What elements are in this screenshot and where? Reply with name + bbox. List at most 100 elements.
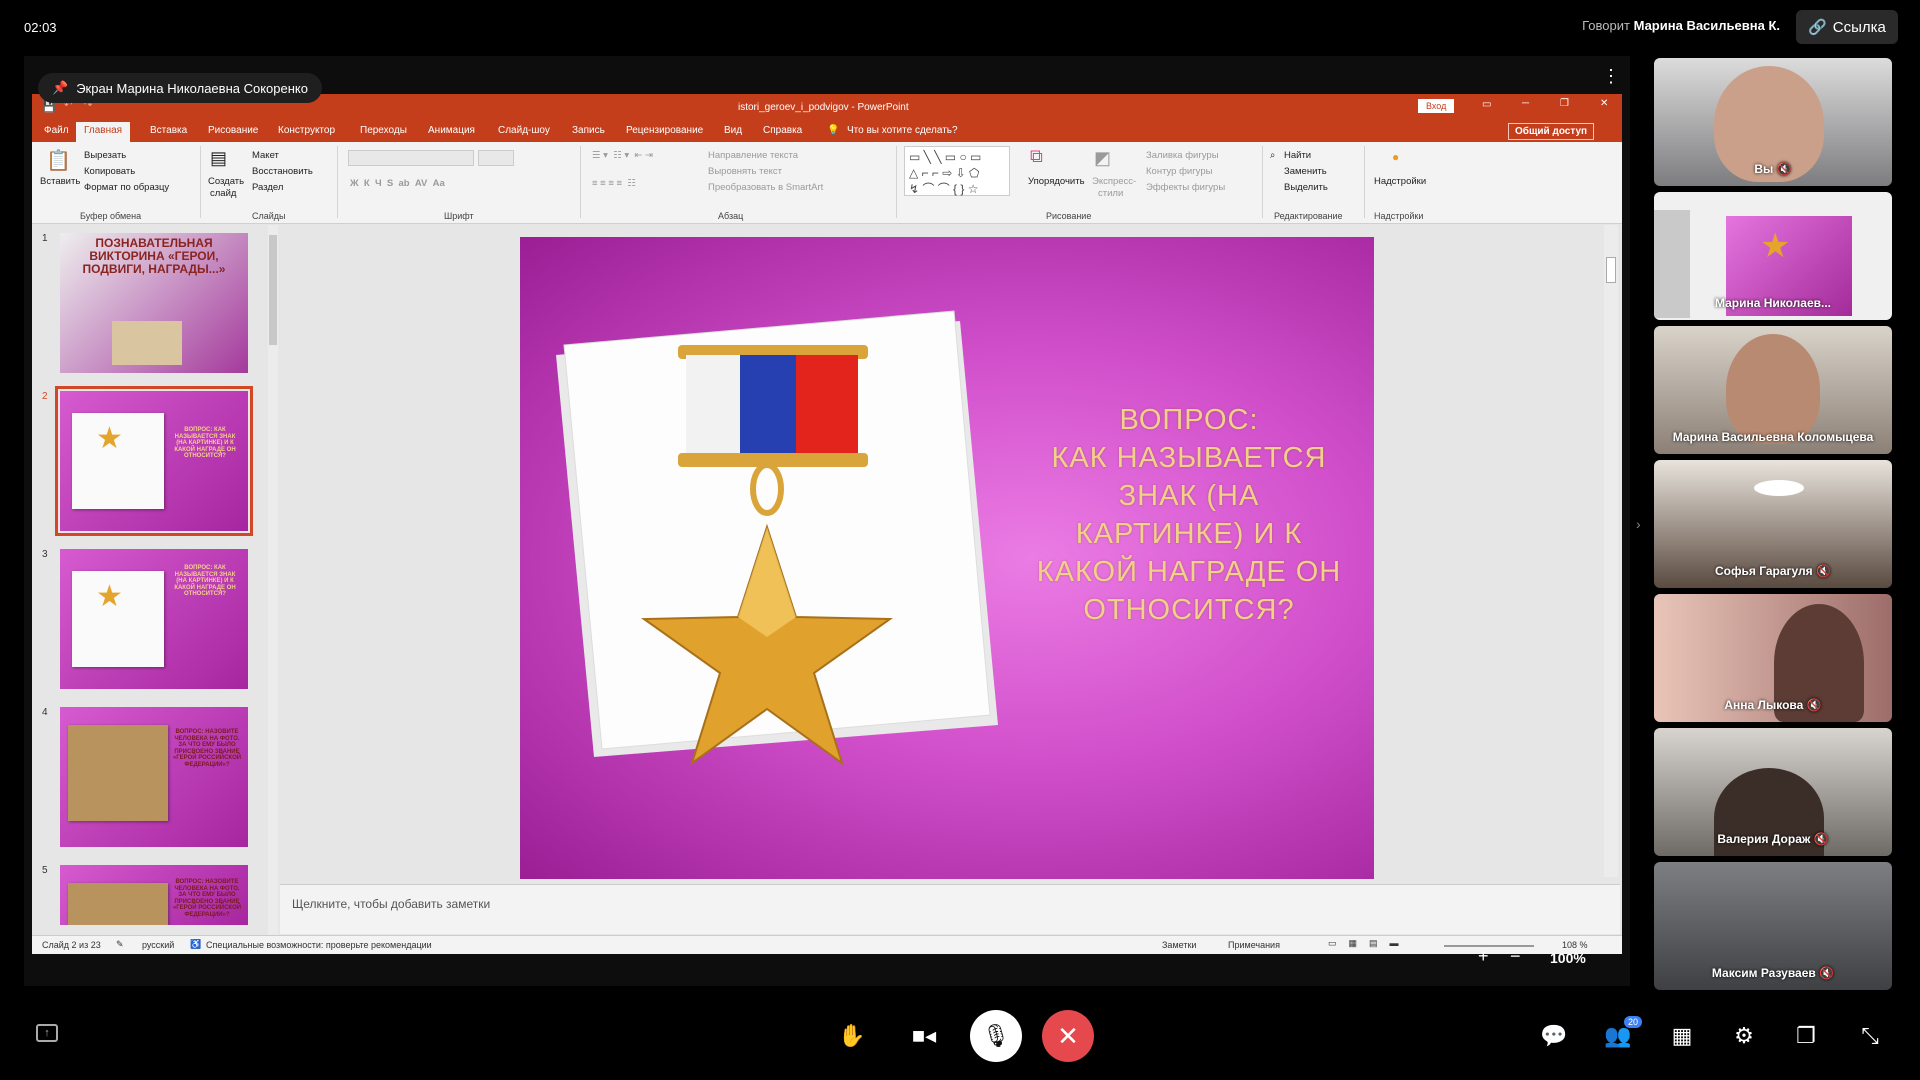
current-slide[interactable]: ВОПРОС: КАК НАЗЫВАЕТСЯ ЗНАК (НА КАРТИНКЕ… (520, 237, 1374, 879)
addins-icon[interactable]: ● (1392, 150, 1399, 164)
ribbon-display-icon[interactable]: ▭ (1482, 99, 1491, 110)
copy-link-button[interactable]: 🔗 Ссылка (1796, 10, 1898, 44)
camera-button[interactable]: ■◂ (898, 1010, 950, 1062)
tab-review[interactable]: Рецензирование (626, 125, 703, 136)
settings-button[interactable]: ⚙ (1718, 1010, 1770, 1062)
tab-draw[interactable]: Рисование (208, 125, 258, 136)
participant-tile[interactable]: Валерия Дораж 🔇 (1654, 728, 1892, 856)
slide-question-text[interactable]: ВОПРОС: КАК НАЗЫВАЕТСЯ ЗНАК (НА КАРТИНКЕ… (1024, 401, 1354, 629)
scrollbar-thumb[interactable] (1606, 257, 1616, 283)
slide-thumbnail[interactable]: ВОПРОС: НАЗОВИТЕ ЧЕЛОВЕКА НА ФОТО. ЗА ЧТ… (60, 865, 248, 925)
shape-fill-button[interactable]: Заливка фигуры (1146, 150, 1219, 161)
thumbnails-scrollbar[interactable] (268, 225, 278, 935)
end-call-button[interactable]: ✕ (1042, 1010, 1094, 1062)
raise-hand-button[interactable]: ✋ (826, 1010, 878, 1062)
tell-me-search[interactable]: Что вы хотите сделать? (847, 125, 958, 136)
participant-tile[interactable]: ★ Марина Николаев... (1654, 192, 1892, 320)
align-text-button[interactable]: Выровнять текст (708, 166, 782, 177)
slide-thumbnail[interactable]: ПОЗНАВАТЕЛЬНАЯ ВИКТОРИНА «ГЕРОИ, ПОДВИГИ… (60, 233, 248, 373)
more-options-icon[interactable]: ⋮ (1602, 66, 1620, 87)
quick-styles-label-2[interactable]: стили (1098, 188, 1123, 199)
addins-button[interactable]: Надстройки (1374, 176, 1426, 187)
arrange-icon[interactable]: ⧉ (1030, 146, 1043, 167)
microphone-button[interactable]: 🎙 (970, 1010, 1022, 1062)
copy-button[interactable]: Копировать (84, 166, 135, 177)
shape-outline-button[interactable]: Контур фигуры (1146, 166, 1212, 177)
minimize-icon[interactable]: ─ (1522, 98, 1529, 109)
bullets-icon[interactable]: ☰ ▾ ☷ ▾ ⇤ ⇥ (592, 150, 653, 161)
smartart-button[interactable]: Преобразовать в SmartArt (708, 182, 823, 193)
tab-slideshow[interactable]: Слайд-шоу (498, 125, 550, 136)
participants-button[interactable]: 👥 20 (1592, 1010, 1644, 1062)
shapes-gallery[interactable]: ▭ ╲ ╲ ▭ ○ ▭ △ ⌐ ⌐ ⇨ ⇩ ⬠ ↯ ⌒ ⌒ { } ☆ (904, 146, 1010, 196)
zoom-in-icon[interactable]: + (1478, 946, 1489, 967)
share-button[interactable]: Общий доступ (1508, 123, 1595, 140)
notes-pane[interactable]: Щелкните, чтобы добавить заметки (280, 884, 1620, 934)
chat-button[interactable]: 💬 (1528, 1010, 1580, 1062)
search-icon[interactable]: ⌕ (1270, 150, 1275, 161)
sign-in-button[interactable]: Вход (1418, 99, 1455, 113)
text-direction-button[interactable]: Направление текста (708, 150, 798, 161)
participant-tile[interactable]: Вы 🔇 (1654, 58, 1892, 186)
ppt-ribbon: 📋 Вставить Вырезать Копировать Формат по… (32, 142, 1622, 224)
tab-insert[interactable]: Вставка (150, 125, 187, 136)
new-slide-label-2[interactable]: слайд (210, 188, 236, 199)
tab-file[interactable]: Файл (44, 125, 69, 136)
view-buttons[interactable]: ▭▦▤▬ (1328, 938, 1411, 949)
layout-button[interactable]: Макет (252, 150, 279, 161)
reset-button[interactable]: Восстановить (252, 166, 313, 177)
tab-record[interactable]: Запись (572, 125, 605, 136)
paste-icon[interactable]: 📋 (46, 148, 71, 173)
notes-button[interactable]: Заметки (1162, 940, 1196, 950)
shape-effects-button[interactable]: Эффекты фигуры (1146, 182, 1225, 193)
zoom-out-icon[interactable]: − (1510, 946, 1521, 967)
language-indicator[interactable]: русский (142, 940, 174, 950)
scrollbar-thumb[interactable] (269, 235, 277, 345)
tab-home[interactable]: Главная (76, 122, 131, 142)
window-title: istori_geroev_i_podvigov - PowerPoint (738, 102, 909, 113)
replace-button[interactable]: Заменить (1284, 166, 1327, 177)
participant-tile[interactable]: Софья Гарагуля 🔇 (1654, 460, 1892, 588)
cut-button[interactable]: Вырезать (84, 150, 126, 161)
section-button[interactable]: Раздел (252, 182, 283, 193)
accessibility-status[interactable]: Специальные возможности: проверьте реком… (206, 940, 432, 950)
share-screen-icon[interactable]: ↑ (36, 1024, 58, 1042)
zoom-level[interactable]: 108 % (1562, 940, 1588, 950)
tab-transitions[interactable]: Переходы (360, 125, 407, 136)
slide-scrollbar[interactable] (1604, 225, 1618, 877)
tab-design[interactable]: Конструктор (278, 125, 335, 136)
quick-styles-label-1[interactable]: Экспресс- (1092, 176, 1136, 187)
pin-icon[interactable]: 📌 (52, 80, 68, 96)
select-button[interactable]: Выделить (1284, 182, 1328, 193)
align-icon[interactable]: ≡ ≡ ≡ ≡ ☷ (592, 178, 636, 189)
tab-help[interactable]: Справка (763, 125, 802, 136)
quick-styles-icon[interactable]: ◩ (1094, 148, 1111, 169)
close-icon[interactable]: ✕ (1600, 98, 1608, 109)
font-size-select[interactable] (478, 150, 514, 166)
format-painter-button[interactable]: Формат по образцу (84, 182, 169, 193)
arrange-button[interactable]: Упорядочить (1028, 176, 1085, 187)
spellcheck-icon[interactable]: ✎ (116, 939, 124, 950)
new-slide-label-1[interactable]: Создать (208, 176, 244, 187)
layout-button[interactable]: ❐ (1780, 1010, 1832, 1062)
font-name-select[interactable] (348, 150, 474, 166)
tab-animations[interactable]: Анимация (428, 125, 475, 136)
collapse-chevron-icon[interactable]: › (1636, 516, 1641, 532)
bold-icon[interactable]: Ж К Ч S ab AV Aa (350, 178, 445, 189)
restore-icon[interactable]: ❐ (1560, 98, 1569, 109)
participant-tile[interactable]: Максим Разуваев 🔇 (1654, 862, 1892, 990)
comments-button[interactable]: Примечания (1228, 940, 1280, 950)
tab-view[interactable]: Вид (724, 125, 742, 136)
participant-tile[interactable]: Анна Лыкова 🔇 (1654, 594, 1892, 722)
paste-button[interactable]: Вставить (40, 176, 80, 187)
slide-thumbnail-selected[interactable]: ★ ВОПРОС: КАК НАЗЫВАЕТСЯ ЗНАК (НА КАРТИН… (55, 386, 253, 536)
slide-thumbnail[interactable]: ★ ВОПРОС: КАК НАЗЫВАЕТСЯ ЗНАК (НА КАРТИН… (60, 549, 248, 689)
grid-view-button[interactable]: ▦ (1656, 1010, 1708, 1062)
participant-tile[interactable]: Марина Васильевна Коломыцева (1654, 326, 1892, 454)
new-slide-icon[interactable]: ▤ (210, 148, 227, 169)
fullscreen-button[interactable]: ⤡ (1844, 1010, 1896, 1062)
find-button[interactable]: Найти (1284, 150, 1311, 161)
slide-thumbnail[interactable]: ВОПРОС: НАЗОВИТЕ ЧЕЛОВЕКА НА ФОТО. ЗА ЧТ… (60, 707, 248, 847)
slide-text-line: ОТНОСИТСЯ? (1083, 594, 1295, 626)
participant-name: Валерия Дораж 🔇 (1717, 832, 1829, 846)
